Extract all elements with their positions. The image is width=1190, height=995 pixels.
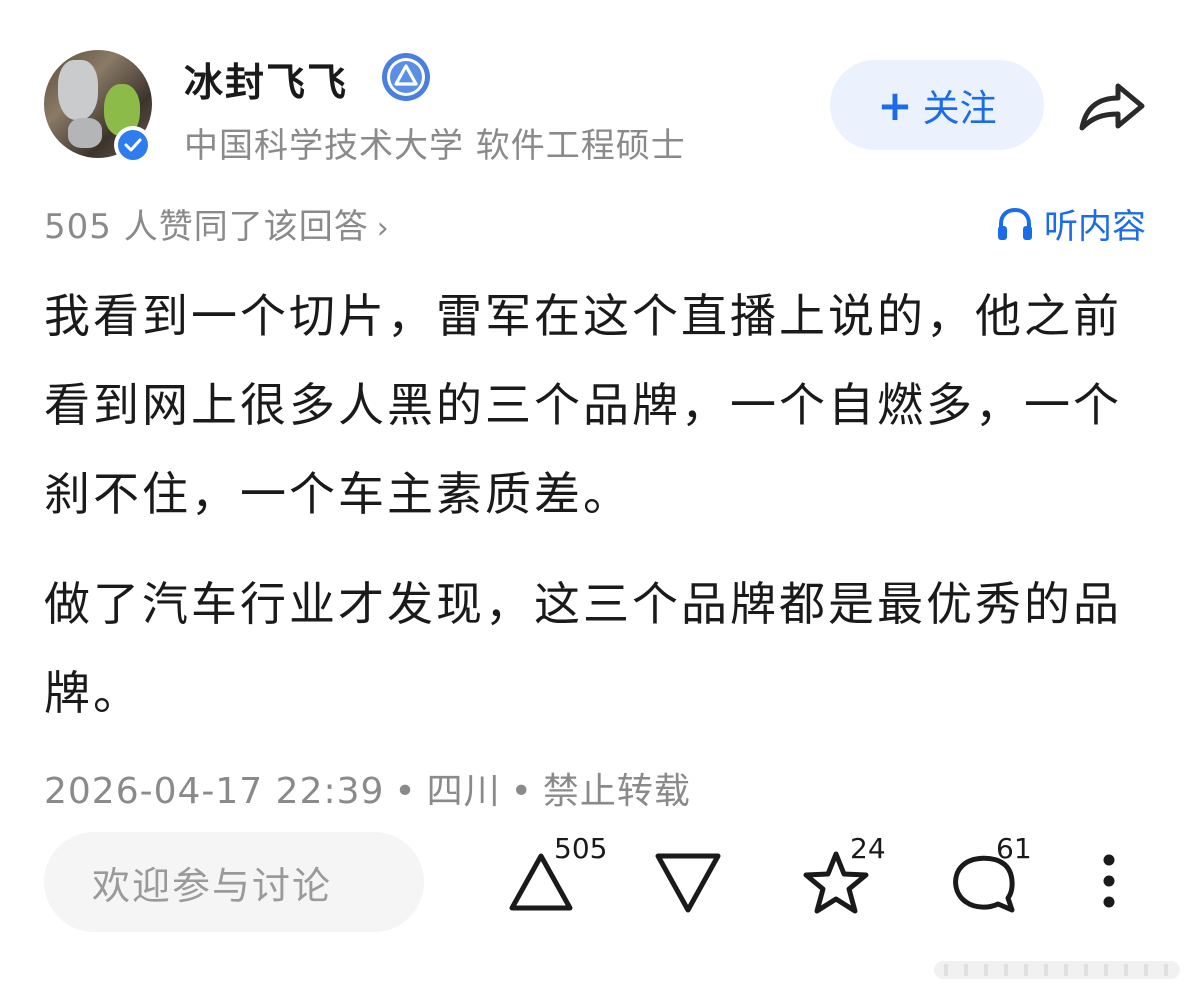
watermark-strip [934,961,1180,979]
favorite-button[interactable]: 24 [800,832,886,916]
more-vertical-icon [1103,854,1115,908]
author-description: 中国科学技术大学 软件工程硕士 [184,126,686,166]
location: 四川 [426,771,501,812]
creator-level-icon [382,53,430,101]
timestamp: 2026-04-17 22:39 [44,771,385,812]
answer-paragraph: 我看到一个切片，雷军在这个直播上说的，他之前看到网上很多人黑的三个品牌，一个自燃… [44,289,1122,521]
chevron-right-icon: › [376,211,390,246]
comment-button[interactable]: 61 [948,832,1032,916]
upvote-count: 505 [554,832,608,865]
verified-badge-icon [114,126,152,164]
separator: • [394,771,417,812]
listen-label: 听内容 [1044,207,1146,247]
votes-summary[interactable]: 505 人赞同了该回答 › [44,199,390,248]
answer-paragraph: 做了汽车行业才发现，这三个品牌都是最优秀的品牌。 [44,577,1122,720]
discuss-input[interactable]: 欢迎参与讨论 [44,832,424,932]
follow-label: 关注 [922,87,997,130]
listen-button[interactable]: 听内容 [996,199,1146,248]
downvote-triangle-icon [655,853,721,913]
comment-count: 61 [996,832,1032,865]
plus-icon: + [877,80,913,130]
author-avatar[interactable] [44,50,154,164]
follow-button[interactable]: + 关注 [830,60,1044,150]
votes-summary-text: 505 人赞同了该回答 [44,207,369,247]
favorite-count: 24 [850,832,886,865]
upvote-button[interactable]: 505 [506,832,607,916]
answer-meta: 2026-04-17 22:39 • 四川 • 禁止转载 [44,762,691,814]
separator: • [510,771,533,812]
downvote-button[interactable] [652,846,724,916]
author-name[interactable]: 冰封飞飞 [184,52,348,108]
copyright-notice: 禁止转载 [542,771,691,812]
more-options-button[interactable] [1094,846,1124,916]
share-icon[interactable] [1076,76,1148,136]
headphones-icon [998,207,1032,240]
